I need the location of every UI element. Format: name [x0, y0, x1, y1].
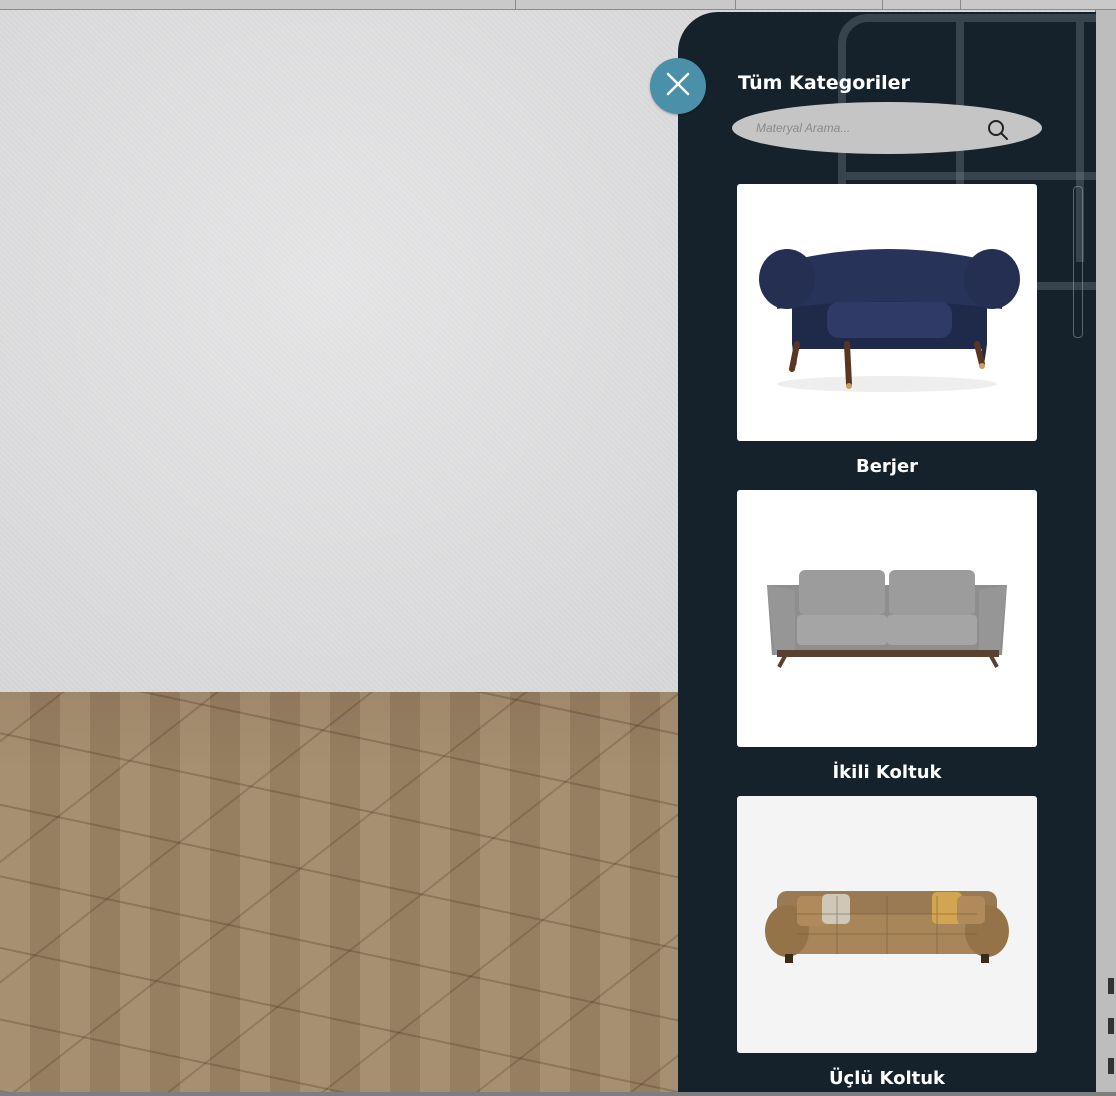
category-label[interactable]: Üçlü Koltuk — [737, 1053, 1037, 1092]
toolbar-handle[interactable] — [1108, 1018, 1114, 1034]
category-label[interactable]: İkili Koltuk — [737, 747, 1037, 796]
close-icon[interactable] — [664, 70, 692, 102]
toolbar-handle[interactable] — [1108, 978, 1114, 994]
material-search[interactable] — [732, 102, 1042, 154]
right-side-toolbar — [1095, 10, 1116, 1092]
category-thumbnail[interactable] — [737, 490, 1037, 747]
armchair-image — [759, 249, 1020, 392]
panel-scrollbar[interactable] — [1073, 186, 1083, 338]
search-icon[interactable] — [986, 118, 1010, 146]
category-panel: Tüm Kategoriler Materyal Arama... Berjer… — [678, 12, 1096, 1092]
close-button[interactable] — [650, 58, 706, 114]
category-thumbnail[interactable] — [737, 184, 1037, 441]
category-list: Berjer İkili Koltuk Üçlü Koltuk — [737, 184, 1037, 1092]
three-seat-sofa-image — [765, 891, 1009, 963]
toolbar-divider — [515, 0, 516, 9]
category-item-berjer[interactable]: Berjer — [737, 184, 1037, 490]
category-label[interactable]: Berjer — [737, 441, 1037, 490]
toolbar-divider — [882, 0, 883, 9]
top-toolbar — [0, 0, 1116, 10]
category-item-uclu-koltuk[interactable]: Üçlü Koltuk — [737, 796, 1037, 1092]
two-seat-sofa-image — [767, 570, 1007, 668]
toolbar-handle[interactable] — [1108, 1058, 1114, 1074]
search-input[interactable] — [754, 120, 978, 136]
toolbar-divider — [960, 0, 961, 9]
category-item-ikili-koltuk[interactable]: İkili Koltuk — [737, 490, 1037, 796]
toolbar-divider — [735, 0, 736, 9]
panel-title: Tüm Kategoriler — [738, 72, 910, 94]
bottom-border — [0, 1092, 1116, 1096]
category-thumbnail[interactable] — [737, 796, 1037, 1053]
